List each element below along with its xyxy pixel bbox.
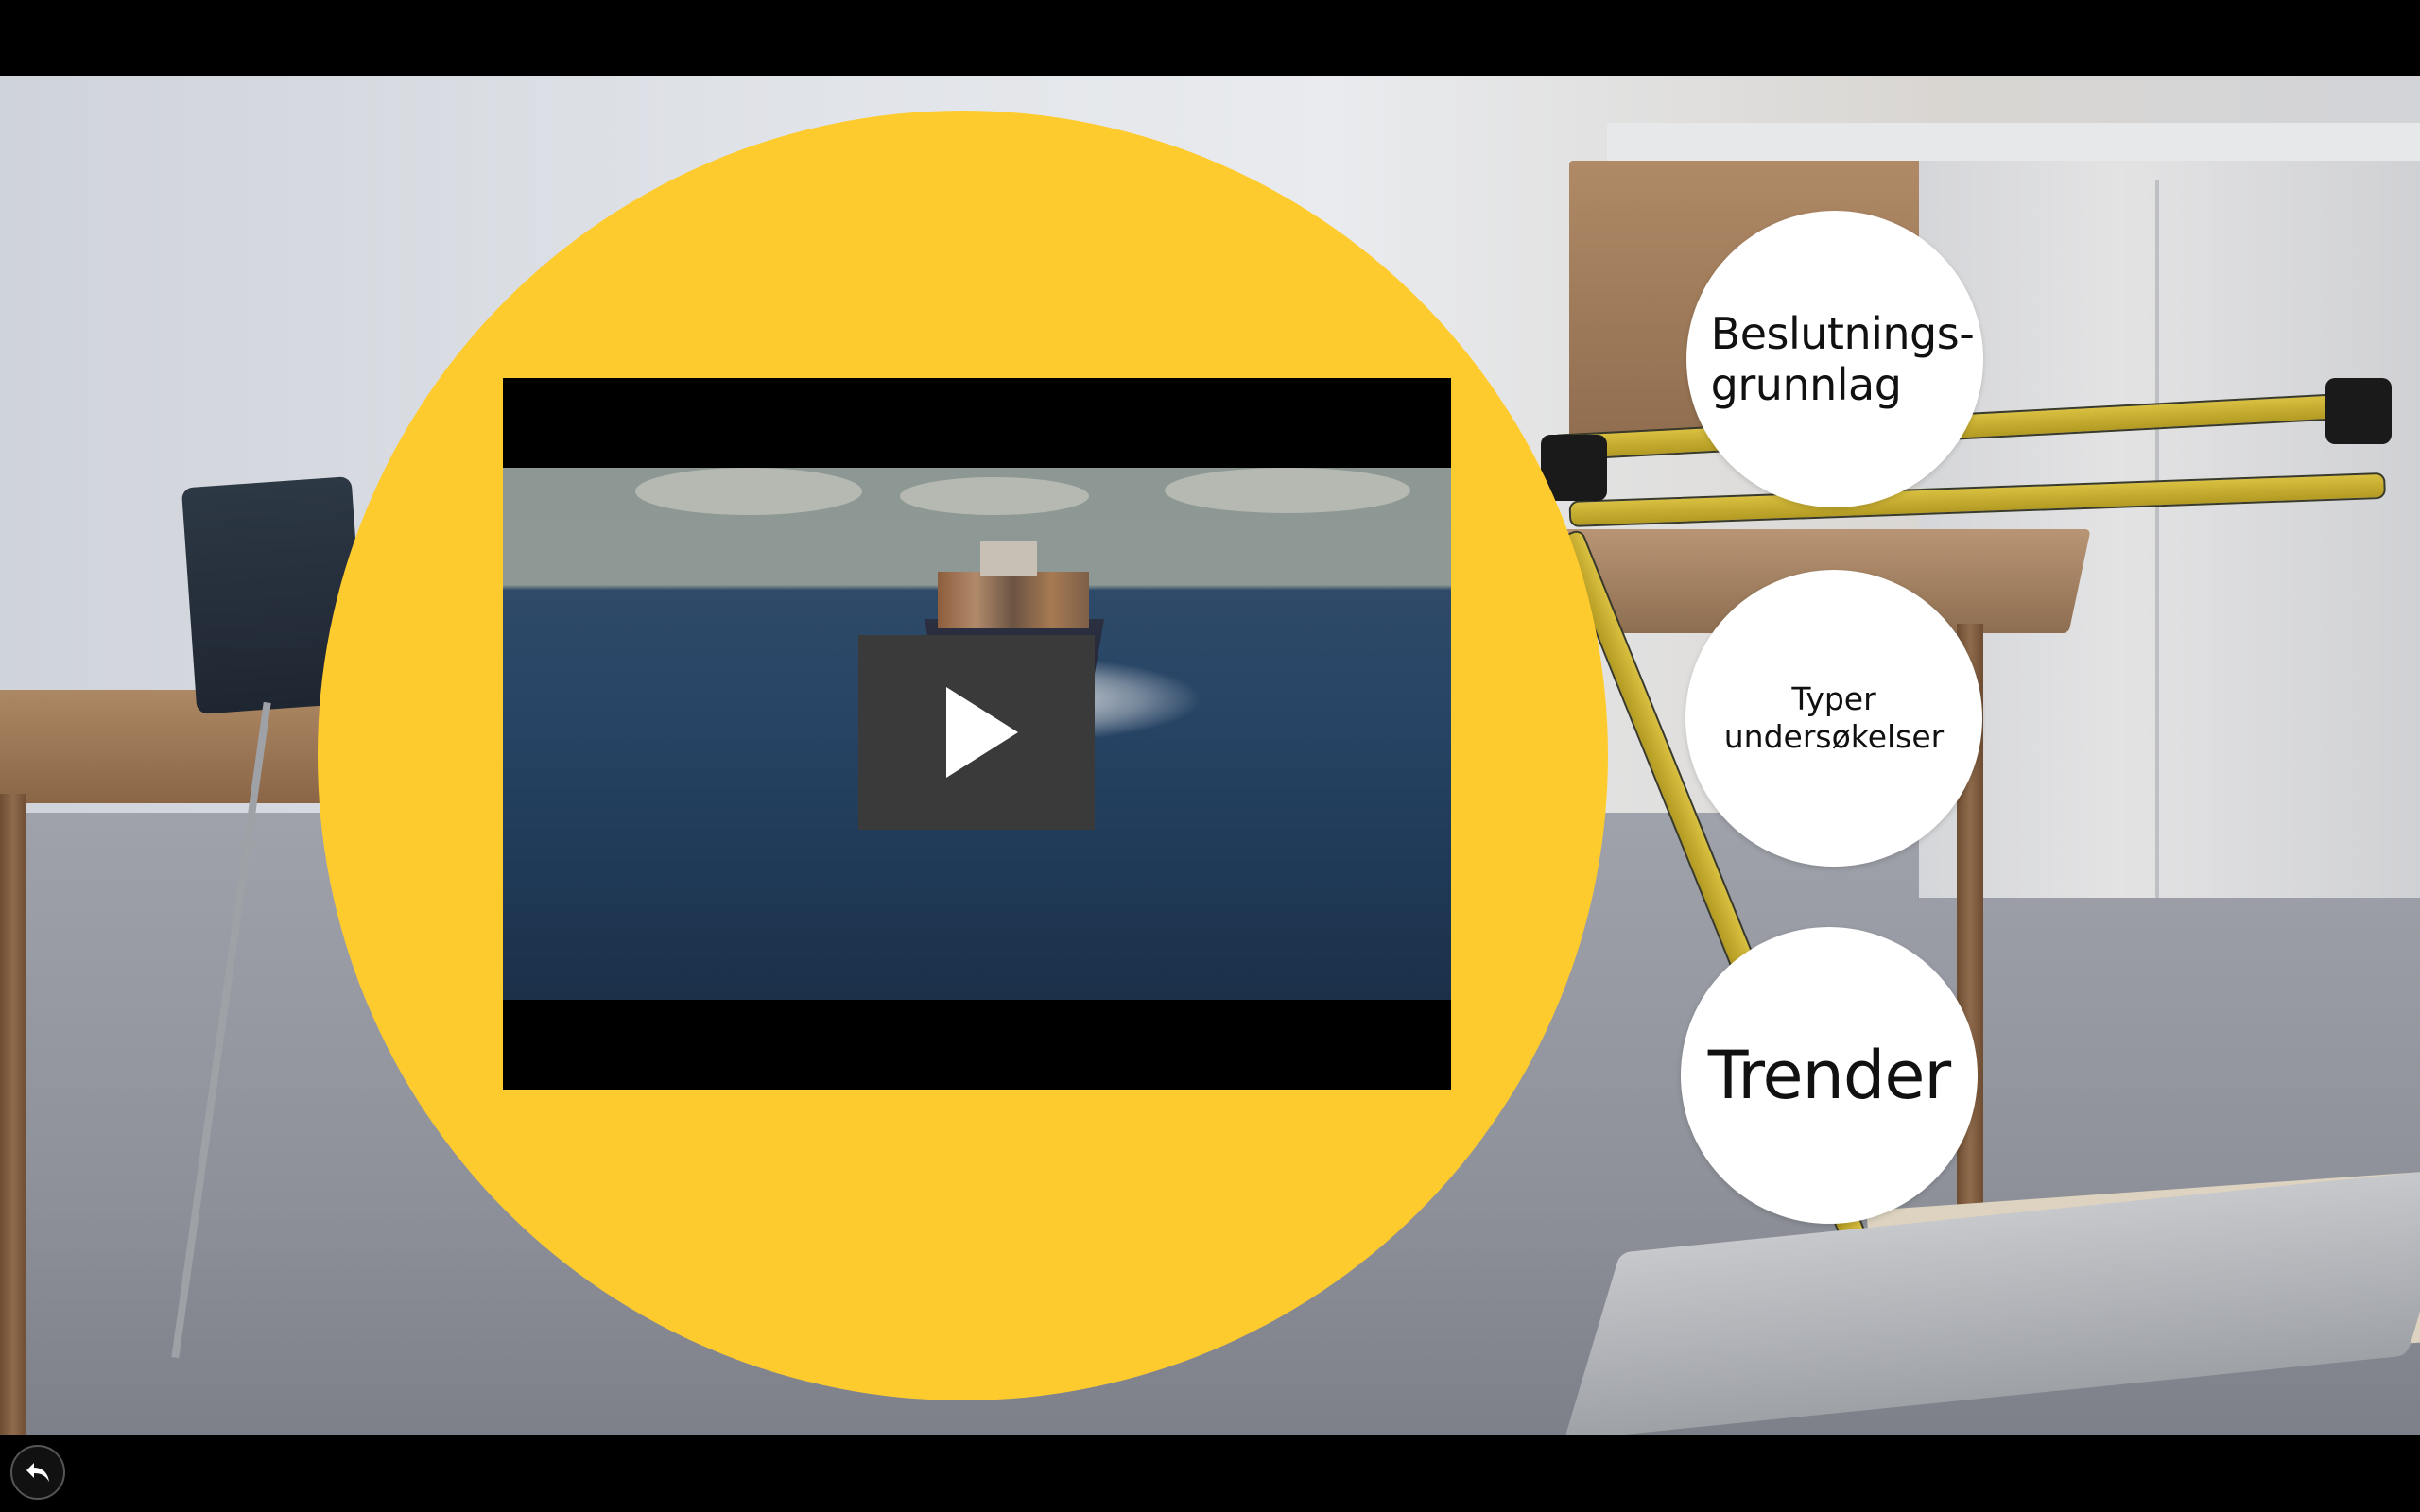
video-player[interactable] <box>503 378 1451 1090</box>
topic-label: Beslutnings-grunnlag <box>1710 308 1975 410</box>
video-ship-bridge <box>980 541 1037 576</box>
topic-beslutningsgrunnlag[interactable]: Beslutnings-grunnlag <box>1686 211 1983 507</box>
video-cloud <box>900 477 1089 515</box>
background-cupboard-divider <box>2155 180 2159 898</box>
video-cloud <box>1165 468 1410 513</box>
back-button[interactable] <box>10 1445 65 1500</box>
play-icon <box>946 687 1018 778</box>
topic-typer-undersokelser[interactable]: Typer undersøkelser <box>1685 570 1982 867</box>
back-arrow-icon <box>26 1463 49 1482</box>
bottom-bar <box>0 1435 2420 1512</box>
play-button[interactable] <box>858 635 1095 830</box>
background-lamp-joint <box>2325 378 2392 444</box>
topic-trender[interactable]: Trender <box>1681 927 1978 1224</box>
top-bar <box>0 0 2420 76</box>
presentation-canvas: Beslutnings-grunnlag Typer undersøkelser… <box>0 76 2420 1435</box>
topic-label: Trender <box>1707 1037 1951 1114</box>
topic-label: Typer undersøkelser <box>1723 680 1945 755</box>
video-ship-cargo <box>938 572 1089 628</box>
background-table-leg <box>0 794 26 1435</box>
background-counter <box>1607 123 2420 161</box>
video-cloud <box>635 468 862 515</box>
